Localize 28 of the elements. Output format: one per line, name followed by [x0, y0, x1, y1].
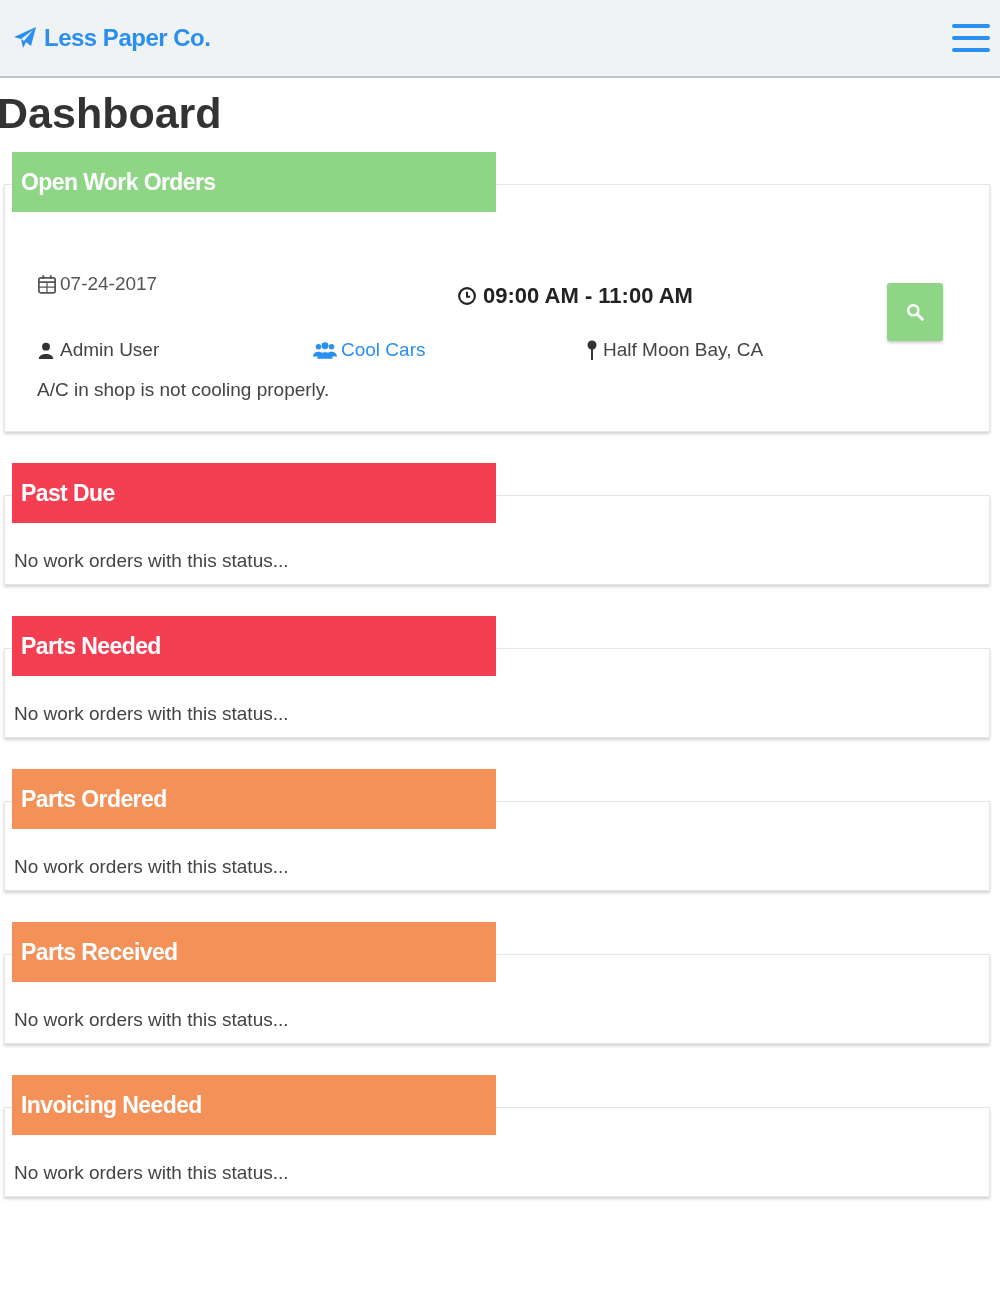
section-header: Open Work Orders [12, 152, 496, 212]
section-header: Past Due [12, 463, 496, 523]
user-icon [37, 341, 55, 359]
calendar-icon [37, 274, 57, 294]
search-button[interactable] [887, 283, 943, 341]
section-header: Invoicing Needed [12, 1075, 496, 1135]
user-text: Admin User [37, 339, 313, 361]
empty-message: No work orders with this status... [13, 1008, 290, 1032]
empty-message: No work orders with this status... [13, 549, 290, 573]
section-header: Parts Received [12, 922, 496, 982]
menu-icon[interactable] [952, 22, 990, 54]
empty-message: No work orders with this status... [13, 702, 290, 726]
location-text: Half Moon Bay, CA [587, 339, 764, 361]
date-text: 07-24-2017 [37, 273, 457, 295]
brand-link[interactable]: Less Paper Co. [12, 24, 211, 52]
empty-message: No work orders with this status... [13, 1161, 290, 1185]
users-icon [313, 341, 337, 359]
clock-icon [457, 286, 477, 306]
pin-icon [587, 340, 597, 360]
section-header: Parts Needed [12, 616, 496, 676]
work-order-description: A/C in shop is not cooling properly. [37, 379, 331, 401]
page-title: Dashboard [0, 92, 223, 139]
search-icon [906, 303, 924, 321]
customer-link[interactable]: Cool Cars [313, 339, 587, 361]
time-range: 09:00 AM - 11:00 AM [457, 283, 693, 309]
paper-plane-icon [12, 26, 38, 50]
empty-message: No work orders with this status... [13, 855, 290, 879]
section-header: Parts Ordered [12, 769, 496, 829]
